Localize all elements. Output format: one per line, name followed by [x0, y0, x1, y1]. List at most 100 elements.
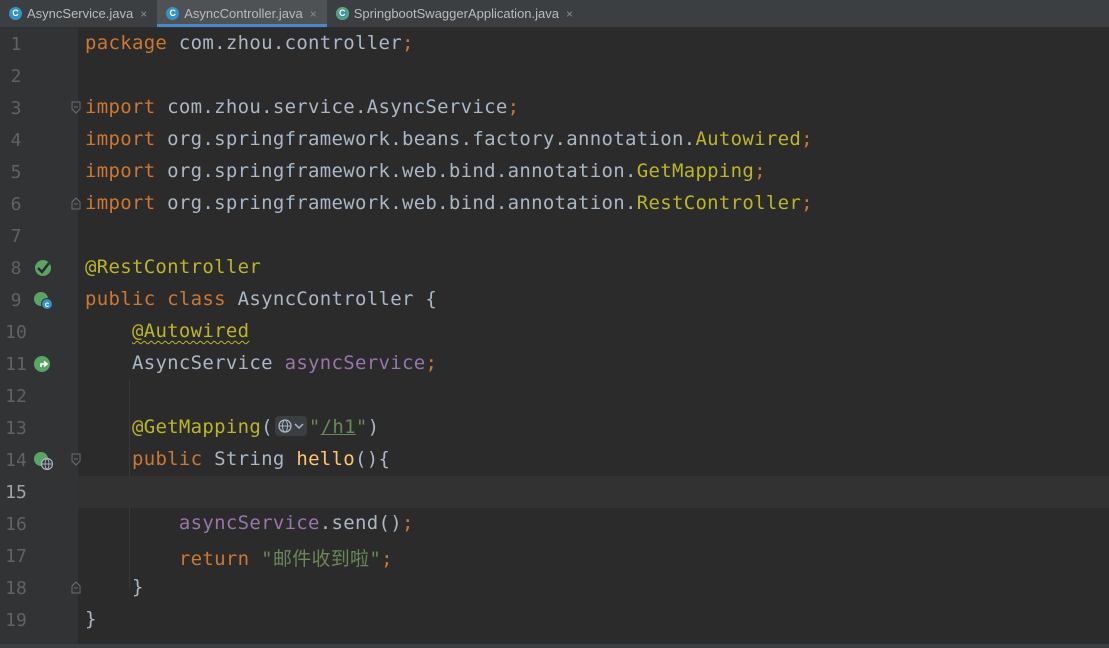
code-editor[interactable]: 1 package com.zhou.controller; 2 3 impor…: [0, 28, 1109, 648]
semicolon: ;: [425, 352, 438, 374]
line-number: 9: [10, 290, 22, 311]
code-line-9[interactable]: 9 c public class AsyncController {: [0, 284, 1109, 316]
tab-label: SpringbootSwaggerApplication.java: [353, 6, 559, 21]
fold-start-icon[interactable]: [71, 101, 81, 114]
class-declaration: AsyncController {: [225, 288, 438, 310]
close-tab-icon[interactable]: ×: [310, 7, 317, 21]
line-number: 15: [5, 482, 27, 503]
line-number: 1: [10, 34, 22, 55]
code-line-1[interactable]: 1 package com.zhou.controller;: [0, 28, 1109, 60]
string-quote: ": [355, 416, 368, 438]
keyword: import: [85, 160, 156, 182]
annotation: @GetMapping: [131, 416, 262, 438]
code-line-4[interactable]: 4 import org.springframework.beans.facto…: [0, 124, 1109, 156]
line-number: 17: [5, 546, 27, 567]
line-number: 19: [5, 610, 27, 631]
autowired-navigate-icon[interactable]: [33, 354, 53, 374]
svg-text:c: c: [45, 300, 50, 309]
line-number: 3: [10, 98, 22, 119]
code-line-6[interactable]: 6 import org.springframework.web.bind.an…: [0, 188, 1109, 220]
line-number: 16: [5, 514, 27, 535]
method-call: .send(): [319, 512, 402, 534]
line-number: 2: [10, 66, 22, 87]
annotation-class: GetMapping: [636, 160, 755, 182]
line-number: 7: [10, 226, 22, 247]
field-name: asyncService: [284, 352, 426, 374]
keyword: import: [85, 96, 156, 118]
code-line-11[interactable]: 11 AsyncService asyncService;: [0, 348, 1109, 380]
closing-brace: }: [85, 608, 97, 630]
annotation-with-warning[interactable]: @Autowired: [132, 320, 249, 342]
fold-start-icon[interactable]: [71, 453, 81, 466]
semicolon: ;: [801, 192, 813, 214]
request-path-link[interactable]: /h1: [321, 416, 356, 438]
close-tab-icon[interactable]: ×: [140, 7, 147, 21]
line-number: 11: [5, 354, 27, 375]
line-number: 12: [5, 386, 27, 407]
paren: ): [367, 416, 380, 438]
semicolon: ;: [401, 512, 414, 534]
tab-label: AsyncService.java: [27, 6, 134, 21]
code-line-10[interactable]: 10 @Autowired: [0, 316, 1109, 348]
url-inlay-hint[interactable]: [274, 415, 307, 436]
type-name: AsyncService: [131, 352, 285, 374]
line-number: 18: [5, 578, 27, 599]
semicolon: ;: [507, 96, 520, 118]
method-name: hello: [296, 448, 356, 470]
semicolon: ;: [401, 32, 414, 54]
close-tab-icon[interactable]: ×: [566, 7, 573, 21]
fold-end-icon[interactable]: [71, 197, 81, 210]
code-line-3[interactable]: 3 import com.zhou.service.AsyncService;: [0, 92, 1109, 124]
annotation-class: RestController: [636, 192, 802, 214]
code-line-8[interactable]: 8 @RestController: [0, 252, 1109, 284]
request-mapping-icon[interactable]: [33, 450, 53, 470]
paren: (: [261, 416, 273, 438]
import-path: org.springframework.beans.factory.annota…: [155, 128, 696, 150]
annotation: @RestController: [85, 256, 262, 278]
code-line-19[interactable]: 19 }: [0, 604, 1109, 636]
semicolon: ;: [754, 160, 766, 182]
globe-icon: [278, 418, 304, 433]
code-line-7[interactable]: 7: [0, 220, 1109, 252]
import-path: org.springframework.web.bind.annotation.: [155, 192, 637, 214]
code-line-13[interactable]: 13 @GetMapping("/h1"): [0, 412, 1109, 444]
spring-bean-icon[interactable]: [33, 258, 53, 278]
code-line-18[interactable]: 18 }: [0, 572, 1109, 604]
keyword: public: [131, 448, 203, 470]
line-number: 13: [5, 418, 27, 439]
keyword: public class: [85, 288, 226, 310]
code-line-17[interactable]: 17 return "邮件收到啦";: [0, 540, 1109, 572]
fold-end-icon[interactable]: [71, 581, 81, 594]
java-class-icon: C: [9, 7, 22, 20]
import-path: com.zhou.service.AsyncService: [155, 96, 508, 118]
spring-bean-class-icon[interactable]: c: [33, 290, 53, 310]
keyword: import: [85, 128, 156, 150]
line-number: 6: [10, 194, 22, 215]
code-line-12[interactable]: 12: [0, 380, 1109, 412]
tab-label: AsyncController.java: [184, 6, 303, 21]
keyword: package: [85, 32, 168, 54]
semicolon: ;: [381, 548, 393, 570]
closing-brace: }: [131, 576, 144, 598]
tab-springboot-swagger-application[interactable]: C SpringbootSwaggerApplication.java ×: [327, 0, 583, 27]
tab-async-service[interactable]: C AsyncService.java ×: [0, 0, 157, 27]
import-path: org.springframework.web.bind.annotation.: [155, 160, 637, 182]
field-name: asyncService: [178, 512, 320, 534]
line-number: 8: [10, 258, 22, 279]
keyword: import: [85, 192, 156, 214]
code-line-16[interactable]: 16 asyncService.send();: [0, 508, 1109, 540]
editor-tab-bar: C AsyncService.java × C AsyncController.…: [0, 0, 1109, 28]
method-signature-rest: (){: [355, 448, 391, 470]
code-line-2[interactable]: 2: [0, 60, 1109, 92]
line-number: 10: [5, 322, 27, 343]
spring-boot-class-icon: C: [335, 7, 349, 20]
return-type: String: [202, 448, 297, 470]
string-literal: "邮件收到啦": [261, 548, 382, 570]
line-number: 5: [10, 162, 22, 183]
horizontal-scrollbar[interactable]: [0, 644, 1109, 648]
semicolon: ;: [801, 128, 813, 150]
code-line-14[interactable]: 14 public String hello(){: [0, 444, 1109, 476]
tab-async-controller[interactable]: C AsyncController.java ×: [157, 0, 327, 27]
code-line-5[interactable]: 5 import org.springframework.web.bind.an…: [0, 156, 1109, 188]
code-line-15-current[interactable]: 15: [0, 476, 1109, 508]
